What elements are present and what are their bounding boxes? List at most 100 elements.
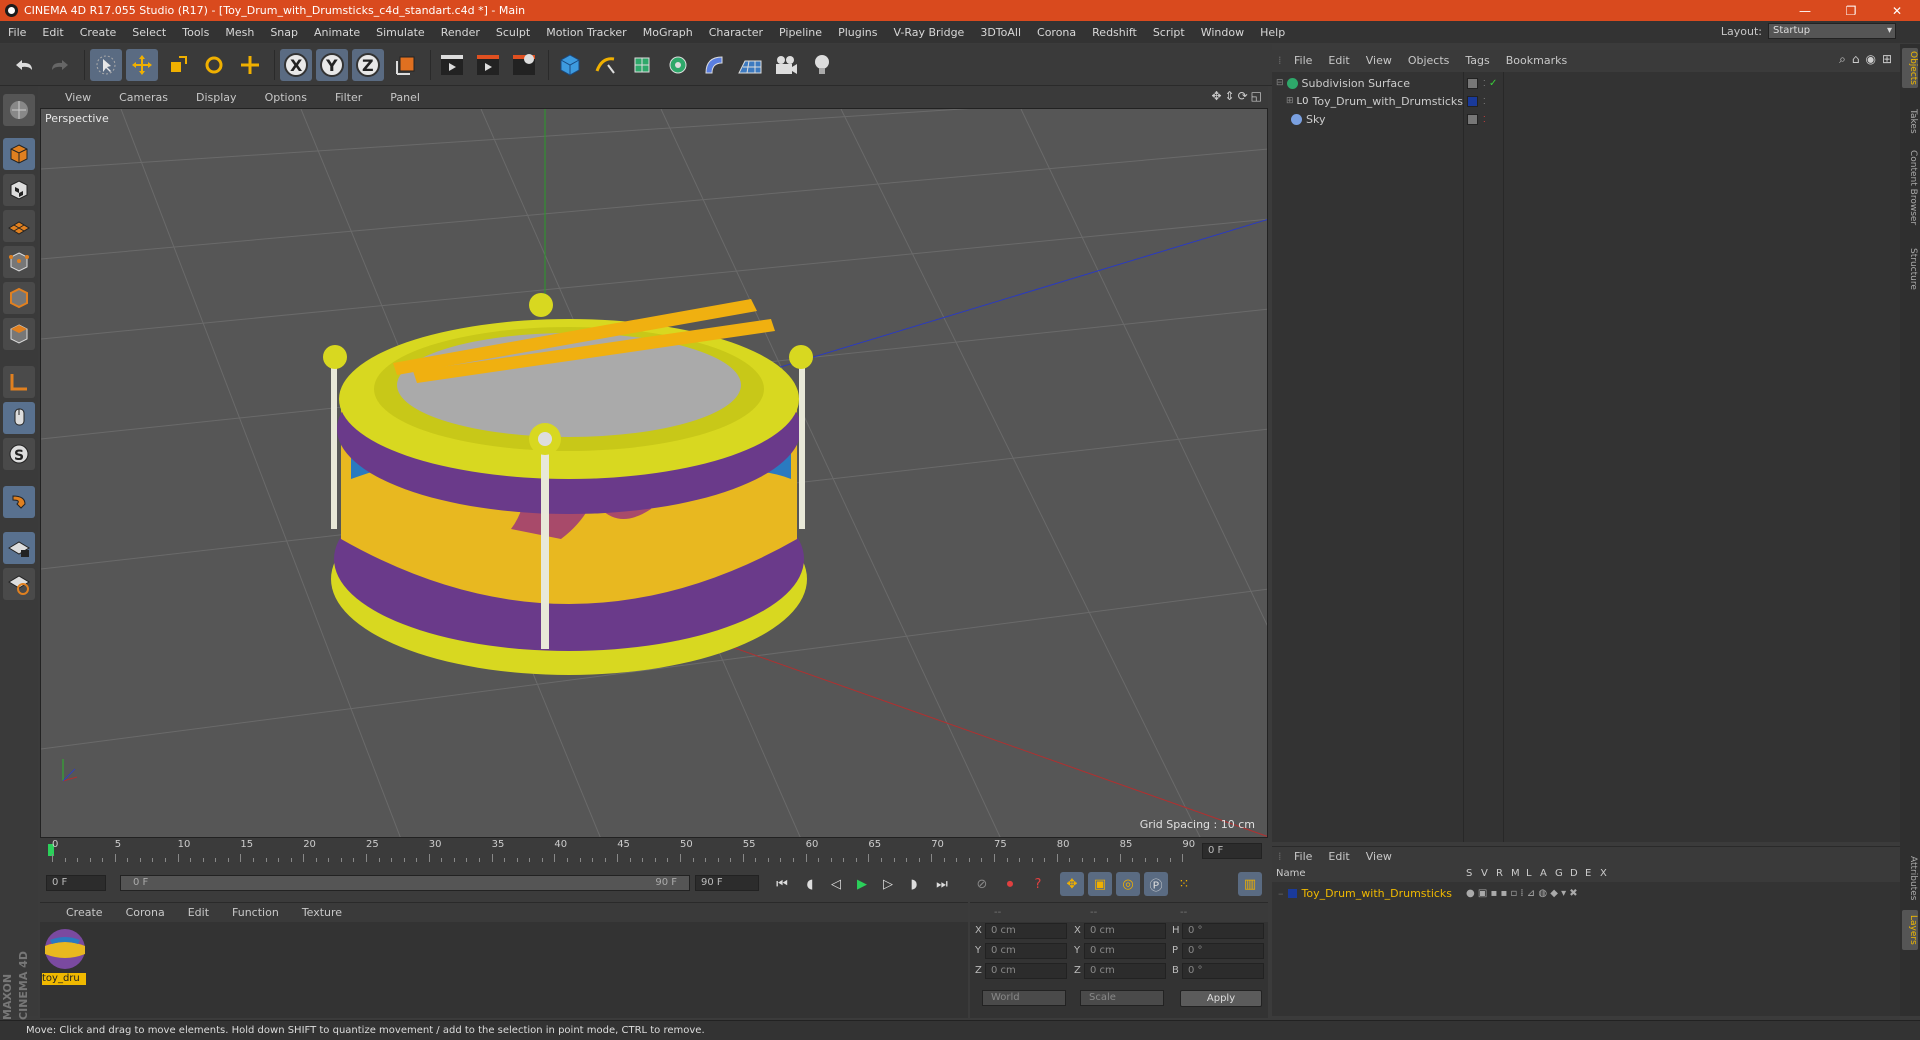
go-to-end-icon[interactable]: ⏭ (930, 872, 954, 896)
close-button[interactable]: ✕ (1874, 0, 1920, 21)
position-x-field[interactable]: 0 cm (985, 923, 1067, 939)
axis-mode-icon[interactable] (3, 366, 35, 398)
start-frame-field[interactable]: 0 F (46, 875, 106, 891)
object-menu-objects[interactable]: Objects (1400, 54, 1458, 67)
size-z-field[interactable]: 0 cm (1084, 963, 1166, 979)
render-settings-icon[interactable] (508, 49, 540, 81)
menu-render[interactable]: Render (433, 26, 488, 39)
tab-objects[interactable]: Objects (1902, 48, 1918, 88)
layout-dropdown[interactable]: Startup (1768, 23, 1896, 39)
move-tool-icon[interactable] (126, 49, 158, 81)
magnet-icon[interactable] (3, 486, 35, 518)
menu-simulate[interactable]: Simulate (368, 26, 433, 39)
next-keyframe-icon[interactable]: ◗ (902, 872, 926, 896)
layer-menu-view[interactable]: View (1358, 850, 1400, 863)
menu-tools[interactable]: Tools (174, 26, 217, 39)
scale-tool-icon[interactable] (162, 49, 194, 81)
layer-color-icon[interactable] (1287, 888, 1297, 898)
menu-corona[interactable]: Corona (1029, 26, 1084, 39)
material-menu-create[interactable]: Create (50, 906, 110, 919)
viewport-menu-filter[interactable]: Filter (318, 91, 373, 104)
tab-layers[interactable]: Layers (1902, 910, 1918, 950)
object-menu-view[interactable]: View (1358, 54, 1400, 67)
viewport-toggle-icon[interactable]: ◱ (1251, 89, 1262, 103)
frame-range-slider[interactable]: 0 F 90 F (120, 875, 690, 891)
expand-icon[interactable]: ⊞ (1286, 96, 1294, 106)
viewport-menu-cameras[interactable]: Cameras (102, 91, 179, 104)
next-frame-icon[interactable]: ▷ (876, 872, 900, 896)
menu-pipeline[interactable]: Pipeline (771, 26, 830, 39)
play-forward-icon[interactable]: ▶ (850, 872, 874, 896)
material-name-label[interactable]: toy_dru (42, 973, 86, 985)
render-view-icon[interactable] (436, 49, 468, 81)
viewport-menu-display[interactable]: Display (179, 91, 248, 104)
snap-icon[interactable]: S (3, 438, 35, 470)
key-rotation-icon[interactable]: ◎ (1116, 872, 1140, 896)
key-parameter-icon[interactable]: Ⓟ (1144, 872, 1168, 896)
menu-file[interactable]: File (0, 26, 34, 39)
points-mode-icon[interactable] (3, 246, 35, 278)
viewport-menu-panel[interactable]: Panel (373, 91, 431, 104)
menu-plugins[interactable]: Plugins (830, 26, 885, 39)
menu-motion-tracker[interactable]: Motion Tracker (538, 26, 634, 39)
position-y-field[interactable]: 0 cm (985, 943, 1067, 959)
object-row[interactable]: ⊟ Subdivision Surface ⁚ ✓ (1272, 74, 1900, 92)
object-name[interactable]: Subdivision Surface (1302, 77, 1410, 90)
cube-primitive-icon[interactable] (554, 49, 586, 81)
tab-takes[interactable]: Takes (1902, 104, 1918, 138)
menu-create[interactable]: Create (72, 26, 125, 39)
key-scale-icon[interactable]: ▣ (1088, 872, 1112, 896)
rotation-p-field[interactable]: 0 ° (1182, 943, 1264, 959)
layer-color-icon[interactable] (1467, 95, 1478, 107)
render-to-picture-viewer-icon[interactable] (472, 49, 504, 81)
key-pla-icon[interactable]: ⁙ (1172, 872, 1196, 896)
object-name[interactable]: Toy_Drum_with_Drumsticks (1312, 95, 1463, 108)
toy-drum-model[interactable] (323, 293, 813, 675)
polygons-mode-icon[interactable] (3, 318, 35, 350)
transform-tool-icon[interactable] (234, 49, 266, 81)
redo-icon[interactable] (44, 49, 76, 81)
planar-workplane-icon[interactable] (3, 568, 35, 600)
material-menu-corona[interactable]: Corona (110, 906, 172, 919)
previous-frame-icon[interactable]: ◁ (824, 872, 848, 896)
size-x-field[interactable]: 0 cm (1084, 923, 1166, 939)
model-mode-icon[interactable] (3, 138, 35, 170)
layer-swatch-icon[interactable] (1467, 113, 1478, 125)
apply-button[interactable]: Apply (1180, 990, 1262, 1007)
menu-sculpt[interactable]: Sculpt (488, 26, 538, 39)
layer-row[interactable]: – Toy_Drum_with_Drumsticks ● ▣ ▪ ▪ ▫ ⁞ ⊿… (1272, 884, 1900, 902)
collapse-icon[interactable]: ⊟ (1276, 78, 1284, 88)
rotate-tool-icon[interactable] (198, 49, 230, 81)
camera-icon[interactable] (770, 49, 802, 81)
position-z-field[interactable]: 0 cm (985, 963, 1067, 979)
tab-attributes[interactable]: Attributes (1902, 850, 1918, 906)
viewport-menu-view[interactable]: View (48, 91, 102, 104)
object-name[interactable]: Sky (1306, 113, 1325, 126)
object-menu-file[interactable]: File (1286, 54, 1320, 67)
timeline-window-icon[interactable]: ▥ (1238, 872, 1262, 896)
menu-window[interactable]: Window (1193, 26, 1252, 39)
floor-icon[interactable] (734, 49, 766, 81)
minimize-button[interactable]: — (1782, 0, 1828, 21)
go-to-start-icon[interactable]: ⏮ (770, 872, 794, 896)
coordinate-space-dropdown[interactable]: World (982, 990, 1066, 1006)
material-menu-texture[interactable]: Texture (286, 906, 349, 919)
menu-redshift[interactable]: Redshift (1084, 26, 1145, 39)
size-mode-dropdown[interactable]: Scale (1080, 990, 1164, 1006)
pen-spline-icon[interactable] (590, 49, 622, 81)
visibility-dots-icon[interactable]: ⁚ (1483, 115, 1486, 124)
menu-3dtoall[interactable]: 3DToAll (972, 26, 1029, 39)
make-editable-icon[interactable] (3, 94, 35, 126)
menu-script[interactable]: Script (1145, 26, 1193, 39)
subdivision-surface-icon[interactable] (626, 49, 658, 81)
viewport-pan-icon[interactable]: ✥ (1211, 89, 1221, 103)
visibility-dots-icon[interactable]: ⁚ (1483, 97, 1486, 106)
expand-icon[interactable]: ⊞ (1882, 52, 1892, 67)
tweak-mode-icon[interactable] (3, 402, 35, 434)
workplane-mode-icon[interactable] (3, 210, 35, 242)
undo-icon[interactable] (8, 49, 40, 81)
light-icon[interactable] (806, 49, 838, 81)
current-frame-field[interactable]: 0 F (1202, 843, 1262, 859)
layer-list[interactable]: – Toy_Drum_with_Drumsticks ● ▣ ▪ ▪ ▫ ⁞ ⊿… (1272, 882, 1900, 1016)
coordinate-system-icon[interactable] (390, 49, 422, 81)
